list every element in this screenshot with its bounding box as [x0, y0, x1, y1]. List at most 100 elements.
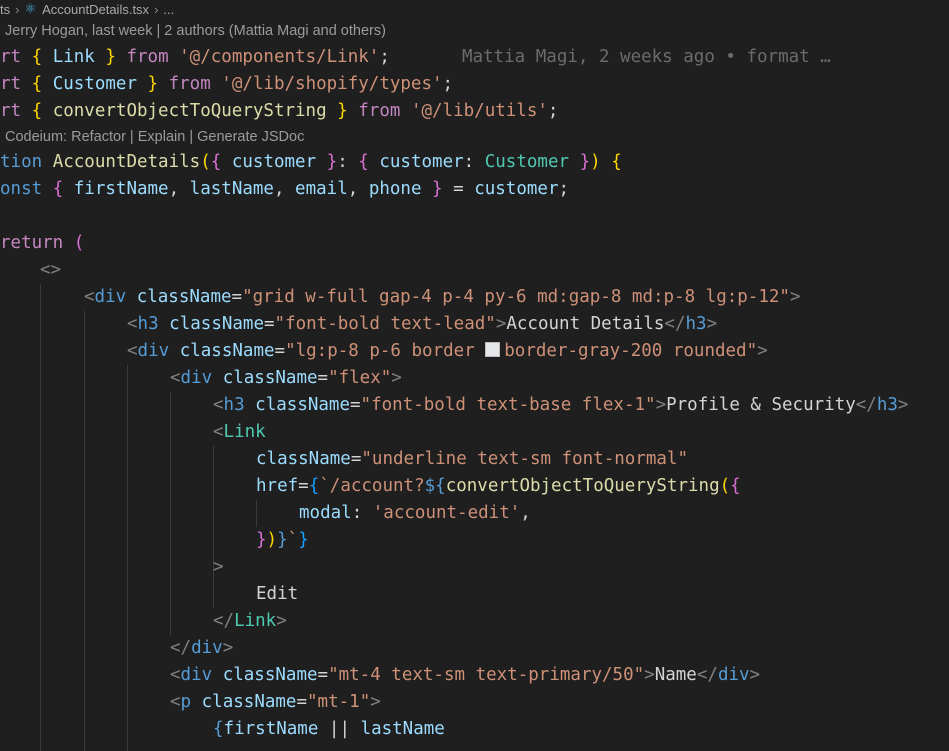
template-string: `/account?	[319, 476, 425, 496]
brace: }	[147, 74, 159, 94]
equals: =	[274, 341, 286, 361]
attr-value: border-gray-200 rounded"	[504, 341, 758, 361]
identifier: Link	[42, 47, 106, 67]
brace: }	[579, 152, 591, 172]
tag-name: p	[180, 692, 192, 712]
module-path: '@/lib/utils'	[410, 101, 548, 121]
string: 'account-edit'	[372, 503, 521, 523]
component-name: Link	[234, 611, 277, 631]
code-line-7: <>	[40, 257, 61, 284]
chevron-right-icon: ›	[154, 1, 159, 17]
equals: =	[442, 179, 475, 199]
tag-bracket: <	[170, 692, 181, 712]
tag-bracket: >	[276, 611, 287, 631]
color-swatch-icon[interactable]	[485, 342, 501, 357]
param: customer	[221, 152, 327, 172]
attr-name: className	[201, 692, 297, 712]
equals: =	[298, 476, 309, 496]
prop: customer	[368, 152, 464, 172]
semicolon: ;	[558, 179, 570, 199]
tag-name: div	[717, 665, 750, 685]
indent-guide	[40, 284, 41, 751]
equals: =	[231, 287, 243, 307]
jsx-text: Edit	[256, 584, 299, 604]
import-keyword: rt	[0, 74, 32, 94]
module-path: '@/components/Link'	[179, 47, 380, 67]
brace: {	[308, 476, 320, 496]
brace: }	[326, 152, 338, 172]
tag-bracket: >	[789, 287, 801, 307]
breadcrumb-tail[interactable]: ...	[163, 2, 174, 17]
paren: (	[73, 233, 85, 253]
function-call: convertObjectToQueryString	[445, 476, 720, 496]
identifier: Customer	[42, 74, 148, 94]
return-keyword: return	[0, 233, 74, 253]
var: lastName	[360, 719, 445, 739]
authors-codelens[interactable]: Jerry Hogan, last week | 2 authors (Matt…	[5, 21, 386, 41]
attr-name: href	[256, 476, 299, 496]
code-line-8: <div className="grid w-full gap-4 p-4 py…	[84, 284, 801, 311]
const-keyword: onst	[0, 179, 53, 199]
tag-bracket: <	[213, 422, 224, 442]
attr-name: className	[169, 314, 264, 334]
codeium-separator: |	[125, 129, 138, 145]
from-keyword: from	[158, 74, 222, 94]
type-name: Customer	[484, 152, 570, 172]
code-line-15: href={`/account?${convertObjectToQuerySt…	[256, 473, 741, 500]
code-line-11: <div className="flex">	[170, 365, 402, 392]
attr-value: "mt-4 text-sm text-primary/50"	[328, 665, 645, 685]
tag-bracket: <	[170, 665, 181, 685]
fragment: <>	[40, 260, 62, 280]
code-line-17: })}`}	[256, 527, 309, 554]
var: lastName	[189, 179, 274, 199]
codeium-refactor-link[interactable]: Refactor	[71, 129, 126, 145]
attr-value: "flex"	[328, 368, 392, 388]
code-line-5: onst { firstName, lastName, email, phone…	[0, 176, 569, 203]
paren: )	[590, 152, 601, 172]
semicolon: ;	[442, 74, 454, 94]
comma: ,	[168, 179, 190, 199]
semicolon: ;	[379, 47, 390, 67]
codeium-explain-link[interactable]: Explain	[138, 129, 186, 145]
brace: {	[31, 101, 43, 121]
equals: =	[296, 692, 308, 712]
indent-guide	[256, 500, 257, 527]
equals: =	[264, 314, 275, 334]
code-line-1: rt { Link } from '@/components/Link'; Mat…	[0, 44, 831, 71]
tag-bracket: >	[495, 314, 507, 334]
from-keyword: from	[347, 101, 411, 121]
tag-name: h3	[137, 314, 159, 334]
brace: }	[298, 530, 309, 550]
code-line-24: {firstName || lastName	[213, 716, 445, 743]
equals: =	[350, 449, 362, 469]
tag-name: div	[94, 287, 127, 307]
tag-bracket: >	[370, 692, 381, 712]
git-blame-annotation: Mattia Magi, 2 weeks ago • format …	[462, 47, 831, 67]
comma: ,	[347, 179, 369, 199]
component-name: Link	[223, 422, 266, 442]
codeium-codelens: Codeium: Refactor | Explain | Generate J…	[5, 127, 304, 147]
tag-bracket: >	[213, 557, 224, 577]
codeium-jsdoc-link[interactable]: Generate JSDoc	[197, 129, 304, 145]
code-line-4: tion AccountDetails({ customer }: { cust…	[0, 149, 622, 176]
tag-bracket: </	[855, 395, 877, 415]
equals: =	[350, 395, 361, 415]
tag-bracket: >	[655, 395, 667, 415]
react-icon: ⚛	[24, 1, 37, 16]
from-keyword: from	[115, 47, 180, 67]
attr-name: className	[179, 341, 275, 361]
tag-bracket: >	[706, 314, 718, 334]
chevron-right-icon: ›	[15, 1, 20, 17]
tag-bracket: </	[664, 314, 686, 334]
tag-name: h3	[223, 395, 245, 415]
breadcrumb-file[interactable]: AccountDetails.tsx	[42, 2, 149, 17]
code-line-18: >	[213, 554, 224, 581]
code-line-10: <div className="lg:p-8 p-6 border border…	[127, 338, 768, 365]
breadcrumb-prefix[interactable]: ts	[0, 2, 10, 17]
tag-bracket: </	[696, 665, 718, 685]
attr-value: "underline text-sm font-normal"	[361, 449, 688, 469]
tag-bracket: >	[757, 341, 768, 361]
